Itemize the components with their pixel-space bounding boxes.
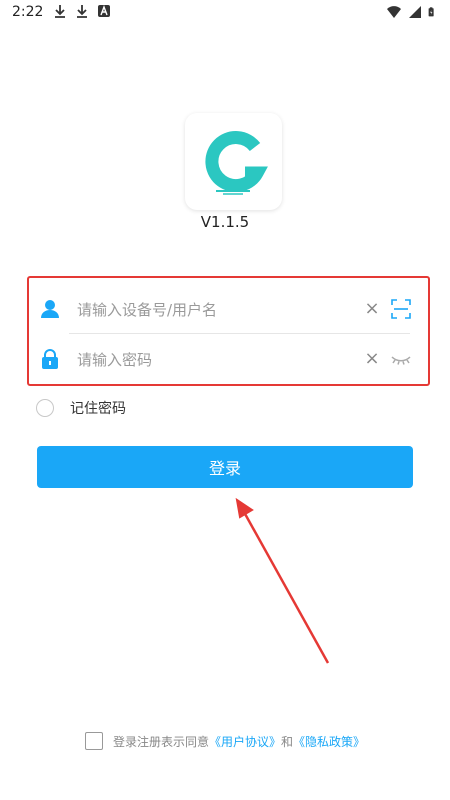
remember-password[interactable]: 记住密码 — [36, 397, 126, 419]
password-input[interactable] — [75, 346, 349, 374]
app-version: V1.1.5 — [200, 213, 250, 231]
download-icon — [77, 5, 87, 18]
signal-icon — [409, 6, 421, 18]
battery-icon — [428, 7, 434, 17]
user-icon — [41, 300, 59, 318]
password-row: × — [29, 334, 428, 386]
password-clear-button[interactable]: × — [361, 348, 383, 370]
user-agreement-link[interactable]: 《用户协议》 — [209, 733, 281, 750]
privacy-policy-link[interactable]: 《隐私政策》 — [293, 733, 365, 750]
wifi-icon — [387, 6, 401, 18]
login-button[interactable]: 登录 — [37, 446, 413, 488]
username-row: × — [29, 284, 428, 336]
login-form: × × — [27, 276, 430, 386]
agreement-prefix: 登录注册表示同意 — [112, 734, 209, 749]
scan-icon[interactable] — [390, 298, 412, 320]
agreement-checkbox[interactable] — [84, 732, 103, 750]
status-icons-right — [386, 4, 438, 20]
remember-password-label: 记住密码 — [70, 401, 126, 417]
username-input[interactable] — [75, 296, 349, 324]
app-store-icon — [98, 5, 110, 17]
app-logo — [185, 113, 282, 210]
g-logo-icon — [205, 131, 268, 195]
download-icon — [55, 5, 65, 18]
status-icons-left — [52, 3, 112, 19]
status-time: 2:22 — [12, 4, 44, 20]
username-clear-button[interactable]: × — [361, 298, 383, 320]
agreement-conjunction: 和 — [281, 734, 294, 749]
remember-password-radio[interactable] — [36, 399, 54, 417]
eye-closed-icon[interactable] — [390, 348, 412, 370]
lock-icon — [42, 349, 58, 369]
status-bar: 2:22 — [0, 0, 450, 26]
agreement: 登录注册表示同意 《用户协议》 和 《隐私政策》 — [0, 730, 450, 752]
